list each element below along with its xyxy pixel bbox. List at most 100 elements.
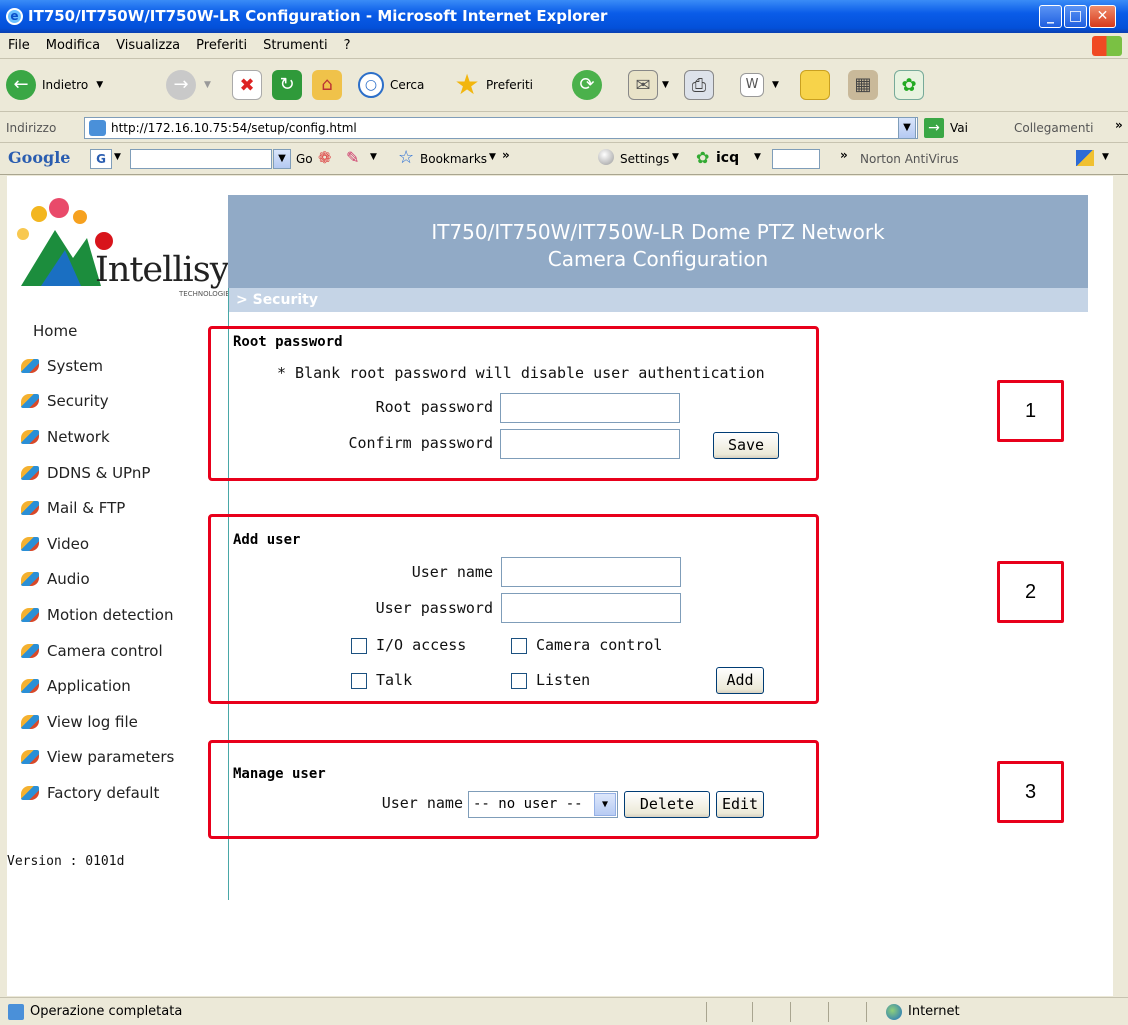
mail-dropdown-icon[interactable]: ▼ [662,80,669,90]
google-search-dropdown-icon[interactable]: ▼ [273,149,291,169]
google-g-icon[interactable]: G [90,149,112,169]
firmware-version: Version : 0101d [7,854,125,869]
nav-label: Camera control [47,642,163,660]
windows-logo-icon [1092,36,1122,56]
nav-label: Motion detection [47,606,174,624]
nav-bullet-icon [21,537,39,551]
menu-preferiti[interactable]: Preferiti [188,33,255,59]
nav-item-application[interactable]: Application [21,671,131,701]
menu-visualizza[interactable]: Visualizza [108,33,188,59]
word-icon: W [740,73,764,97]
bookmarks-star-icon: ☆ [398,147,415,168]
favorites-button[interactable]: ★ Preferiti [452,68,533,102]
history-button[interactable]: ⟳ [572,68,602,102]
nav-item-mail-ftp[interactable]: Mail & FTP [21,493,125,523]
nav-item-view-parameters[interactable]: View parameters [21,742,174,772]
nav-label: Factory default [47,784,160,802]
icq-input[interactable] [772,149,820,169]
back-dropdown-icon[interactable]: ▼ [96,80,103,90]
nav-item-network[interactable]: Network [21,422,110,452]
minimize-button[interactable]: _ [1039,5,1062,28]
close-button[interactable]: ✕ [1089,5,1116,28]
nav-item-ddns-upnp[interactable]: DDNS & UPnP [21,458,150,488]
forward-dropdown-icon[interactable]: ▼ [204,80,211,90]
callout-number-2: 2 [997,561,1064,623]
ie-icon: e [6,8,23,25]
menu-help[interactable]: ? [336,33,359,59]
standard-toolbar: ← Indietro ▼ → ▼ ✖ ↻ ⌂ ○ Cerca ★ Preferi… [0,60,1128,112]
maximize-button[interactable]: □ [1064,5,1087,28]
messenger-button[interactable]: ✿ [894,68,924,102]
settings-icon [598,149,614,165]
home-button[interactable]: ⌂ [312,68,342,102]
nav-item-view-log-file[interactable]: View log file [21,707,138,737]
folder-button[interactable] [800,68,830,102]
nav-bullet-icon [21,679,39,693]
icq-dropdown-icon[interactable]: ▼ [754,152,761,162]
nav-bullet-icon [21,466,39,480]
header-title-line2: Camera Configuration [547,247,769,271]
google-menu-dropdown-icon[interactable]: ▼ [114,152,121,162]
nav-item-audio[interactable]: Audio [21,564,90,594]
google-highlighter-icon[interactable]: ✎ [346,148,359,167]
nav-bullet-icon [21,608,39,622]
refresh-button[interactable]: ↻ [272,68,302,102]
nav-label: Audio [47,570,90,588]
address-input[interactable]: http://172.16.10.75:54/setup/config.html [84,117,918,139]
google-toolbar: Google G ▼ ▼ Go ❁ ✎ ▼ ☆ Bookmarks ▼ » Se… [0,143,1128,175]
research-button[interactable]: ▦ [848,68,878,102]
settings-dropdown-icon[interactable]: ▼ [672,152,679,162]
status-separator [866,1002,867,1022]
address-dropdown-icon[interactable]: ▼ [898,117,916,139]
links-chevron-icon[interactable]: » [1115,118,1123,132]
bookmarks-dropdown-icon[interactable]: ▼ [489,152,496,162]
nav-item-system[interactable]: System [21,351,103,381]
nav-item-motion-detection[interactable]: Motion detection [21,600,173,630]
menu-modifica[interactable]: Modifica [38,33,108,59]
go-arrow-icon[interactable]: → [924,118,944,138]
search-label: Cerca [390,78,425,92]
search-icon: ○ [358,72,384,98]
icq-button[interactable]: icq [716,150,739,166]
search-button[interactable]: ○ Cerca [358,68,424,102]
nav-item-factory-default[interactable]: Factory default [21,778,159,808]
nav-label: View log file [47,713,138,731]
title-bar: e IT750/IT750W/IT750W-LR Configuration -… [0,0,1128,33]
forward-button[interactable]: → ▼ [166,68,211,102]
nav-bullet-icon [21,394,39,408]
icq-more-chevron-icon[interactable]: » [840,148,848,162]
settings-button[interactable]: Settings [620,152,669,166]
bookmarks-button[interactable]: Bookmarks [420,152,487,166]
messenger-flower-icon: ✿ [894,70,924,100]
nav-item-camera-control[interactable]: Camera control [21,636,163,666]
google-news-icon[interactable]: ❁ [318,148,331,167]
nav-bullet-icon [21,786,39,800]
menu-strumenti[interactable]: Strumenti [255,33,336,59]
google-go-button[interactable]: Go [296,152,313,166]
favorites-star-icon: ★ [454,68,480,101]
google-options-dropdown-icon[interactable]: ▼ [370,152,377,162]
edit-word-button[interactable]: W ▼ [740,68,779,102]
stop-button[interactable]: ✖ [232,68,262,102]
go-button[interactable]: Vai [950,121,968,135]
menu-file[interactable]: File [0,33,38,59]
word-dropdown-icon[interactable]: ▼ [772,80,779,90]
nav-item-video[interactable]: Video [21,529,89,559]
google-logo: Google [8,148,71,167]
norton-dropdown-icon[interactable]: ▼ [1102,152,1109,162]
nav-item-security[interactable]: Security [21,386,109,416]
logo-subtitle: TECHNOLOGIES [179,290,235,298]
links-label[interactable]: Collegamenti [1014,121,1093,135]
print-button[interactable]: ⎙ [684,68,714,102]
nav-item-home[interactable]: Home [33,316,77,346]
nav-label: System [47,357,103,375]
back-button[interactable]: ← Indietro ▼ [6,68,103,102]
norton-icon[interactable] [1076,150,1094,166]
folder-icon [800,70,830,100]
google-more-chevron-icon[interactable]: » [502,148,510,162]
google-search-input[interactable] [130,149,272,169]
status-text: Operazione completata [30,1004,183,1019]
history-icon: ⟳ [572,70,602,100]
web-page: Intellisystem TECHNOLOGIES IT750/IT750W/… [7,176,1113,996]
mail-button[interactable]: ✉ ▼ [628,68,669,102]
